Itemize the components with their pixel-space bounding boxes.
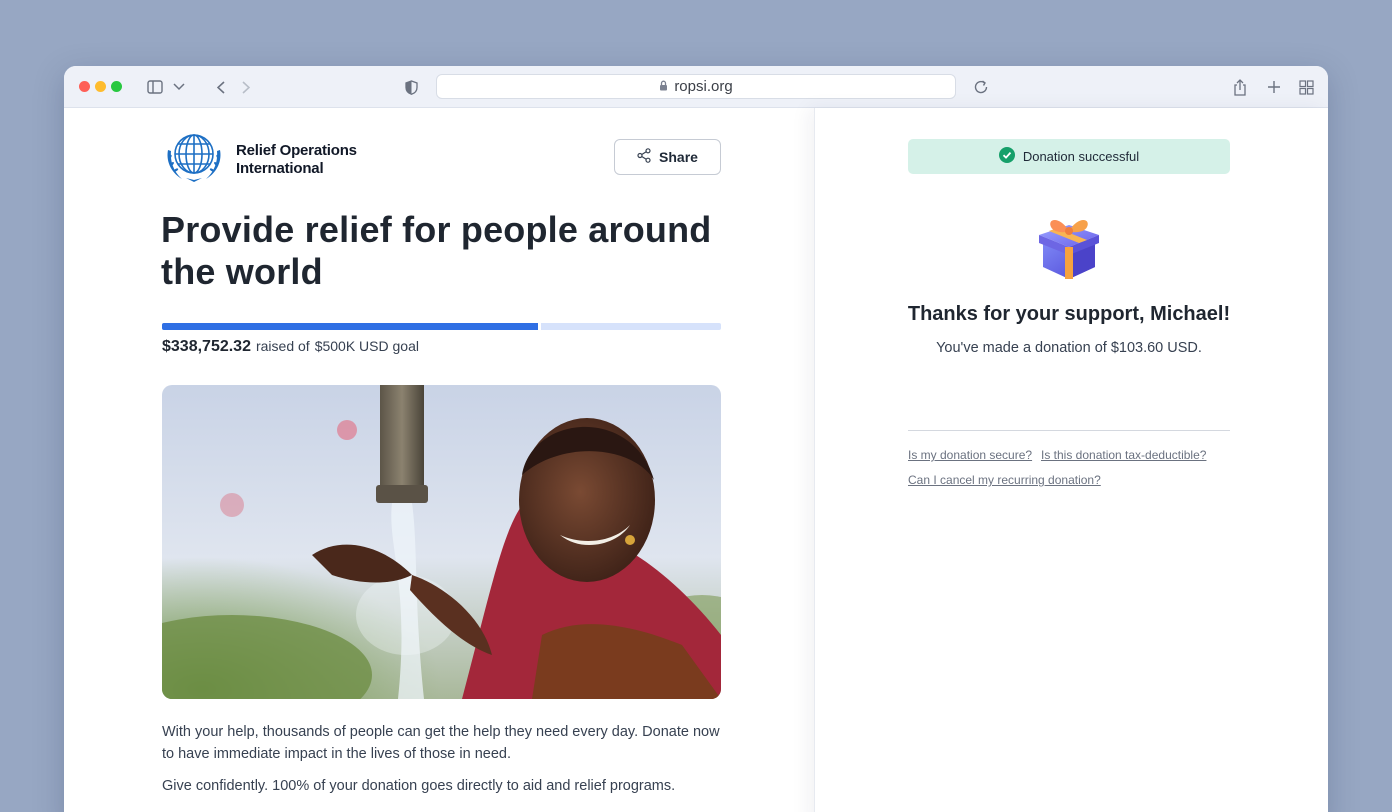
- chevron-down-icon[interactable]: [172, 77, 186, 97]
- faq-link-secure[interactable]: Is my donation secure?: [908, 448, 1032, 462]
- org-logo[interactable]: Relief Operations International: [162, 130, 357, 189]
- progress-bar: [162, 323, 721, 330]
- share-label: Share: [659, 149, 698, 165]
- share-button[interactable]: Share: [614, 139, 721, 175]
- campaign-panel: Relief Operations International Share Pr…: [64, 108, 814, 812]
- url-text: ropsi.org: [674, 78, 733, 95]
- lock-icon: [659, 78, 668, 95]
- success-text: Donation successful: [1022, 149, 1140, 164]
- thanks-heading: Thanks for your support, Michael!: [907, 303, 1231, 325]
- divider: [908, 430, 1230, 431]
- donation-summary: You've made a donation of $103.60 USD.: [936, 340, 1202, 356]
- progress-fill: [162, 323, 541, 330]
- campaign-assurance: Give confidently. 100% of your donation …: [162, 778, 676, 794]
- faq-link-cancel-recurring[interactable]: Can I cancel my recurring donation?: [908, 473, 1101, 487]
- org-name-line2: International: [236, 159, 324, 177]
- globe-wreath-icon: [162, 130, 226, 189]
- address-bar[interactable]: ropsi.org: [436, 74, 956, 99]
- tab-overview-icon[interactable]: [1298, 77, 1314, 97]
- sidebar-icon[interactable]: [146, 77, 164, 97]
- raised-amount: $338,752.32: [162, 338, 251, 355]
- org-name: Relief Operations International: [236, 142, 357, 178]
- browser-toolbar: ropsi.org: [64, 66, 1328, 108]
- minimize-window-button[interactable]: [95, 81, 106, 92]
- campaign-title: Provide relief for people around the wor…: [161, 209, 712, 292]
- org-name-line1: Relief Operations: [236, 141, 357, 159]
- reload-icon[interactable]: [972, 77, 990, 97]
- new-tab-icon[interactable]: [1266, 77, 1282, 97]
- zoom-window-button[interactable]: [111, 81, 122, 92]
- gift-icon: [1035, 211, 1103, 286]
- back-icon[interactable]: [214, 77, 228, 97]
- share-nodes-icon: [637, 148, 651, 166]
- raised-summary: $338,752.32 raised of $500K USD goal: [162, 338, 419, 356]
- check-circle-icon: [998, 147, 1015, 166]
- success-banner: Donation successful: [908, 139, 1230, 174]
- campaign-description: With your help, thousands of people can …: [162, 724, 720, 762]
- browser-window: ropsi.org Relief Operations Internationa…: [64, 66, 1328, 812]
- forward-icon[interactable]: [239, 77, 253, 97]
- share-icon[interactable]: [1232, 77, 1248, 97]
- goal-text: $500K USD goal: [314, 338, 419, 354]
- shield-icon[interactable]: [403, 77, 419, 97]
- confirmation-panel: Donation successful Thanks for your supp…: [814, 108, 1328, 812]
- campaign-photo: [162, 385, 721, 699]
- raised-suffix: raised of: [255, 338, 310, 354]
- close-window-button[interactable]: [79, 81, 90, 92]
- faq-link-tax-deductible[interactable]: Is this donation tax-deductible?: [1041, 448, 1206, 462]
